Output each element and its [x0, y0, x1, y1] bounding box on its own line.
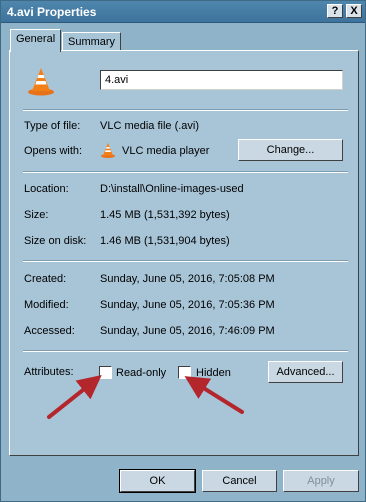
ok-button[interactable]: OK — [119, 469, 196, 493]
annotation-arrows — [47, 375, 244, 419]
cancel-button[interactable]: Cancel — [202, 470, 277, 492]
arrow-to-hidden-icon — [184, 376, 244, 414]
properties-window: 4.avi Properties ? X General Summary 4.a… — [0, 0, 366, 502]
arrow-to-read-only-icon — [47, 375, 102, 419]
tab-general[interactable]: General — [10, 29, 62, 52]
apply-button[interactable]: Apply — [283, 470, 359, 492]
tab-general-label: General — [16, 33, 56, 45]
